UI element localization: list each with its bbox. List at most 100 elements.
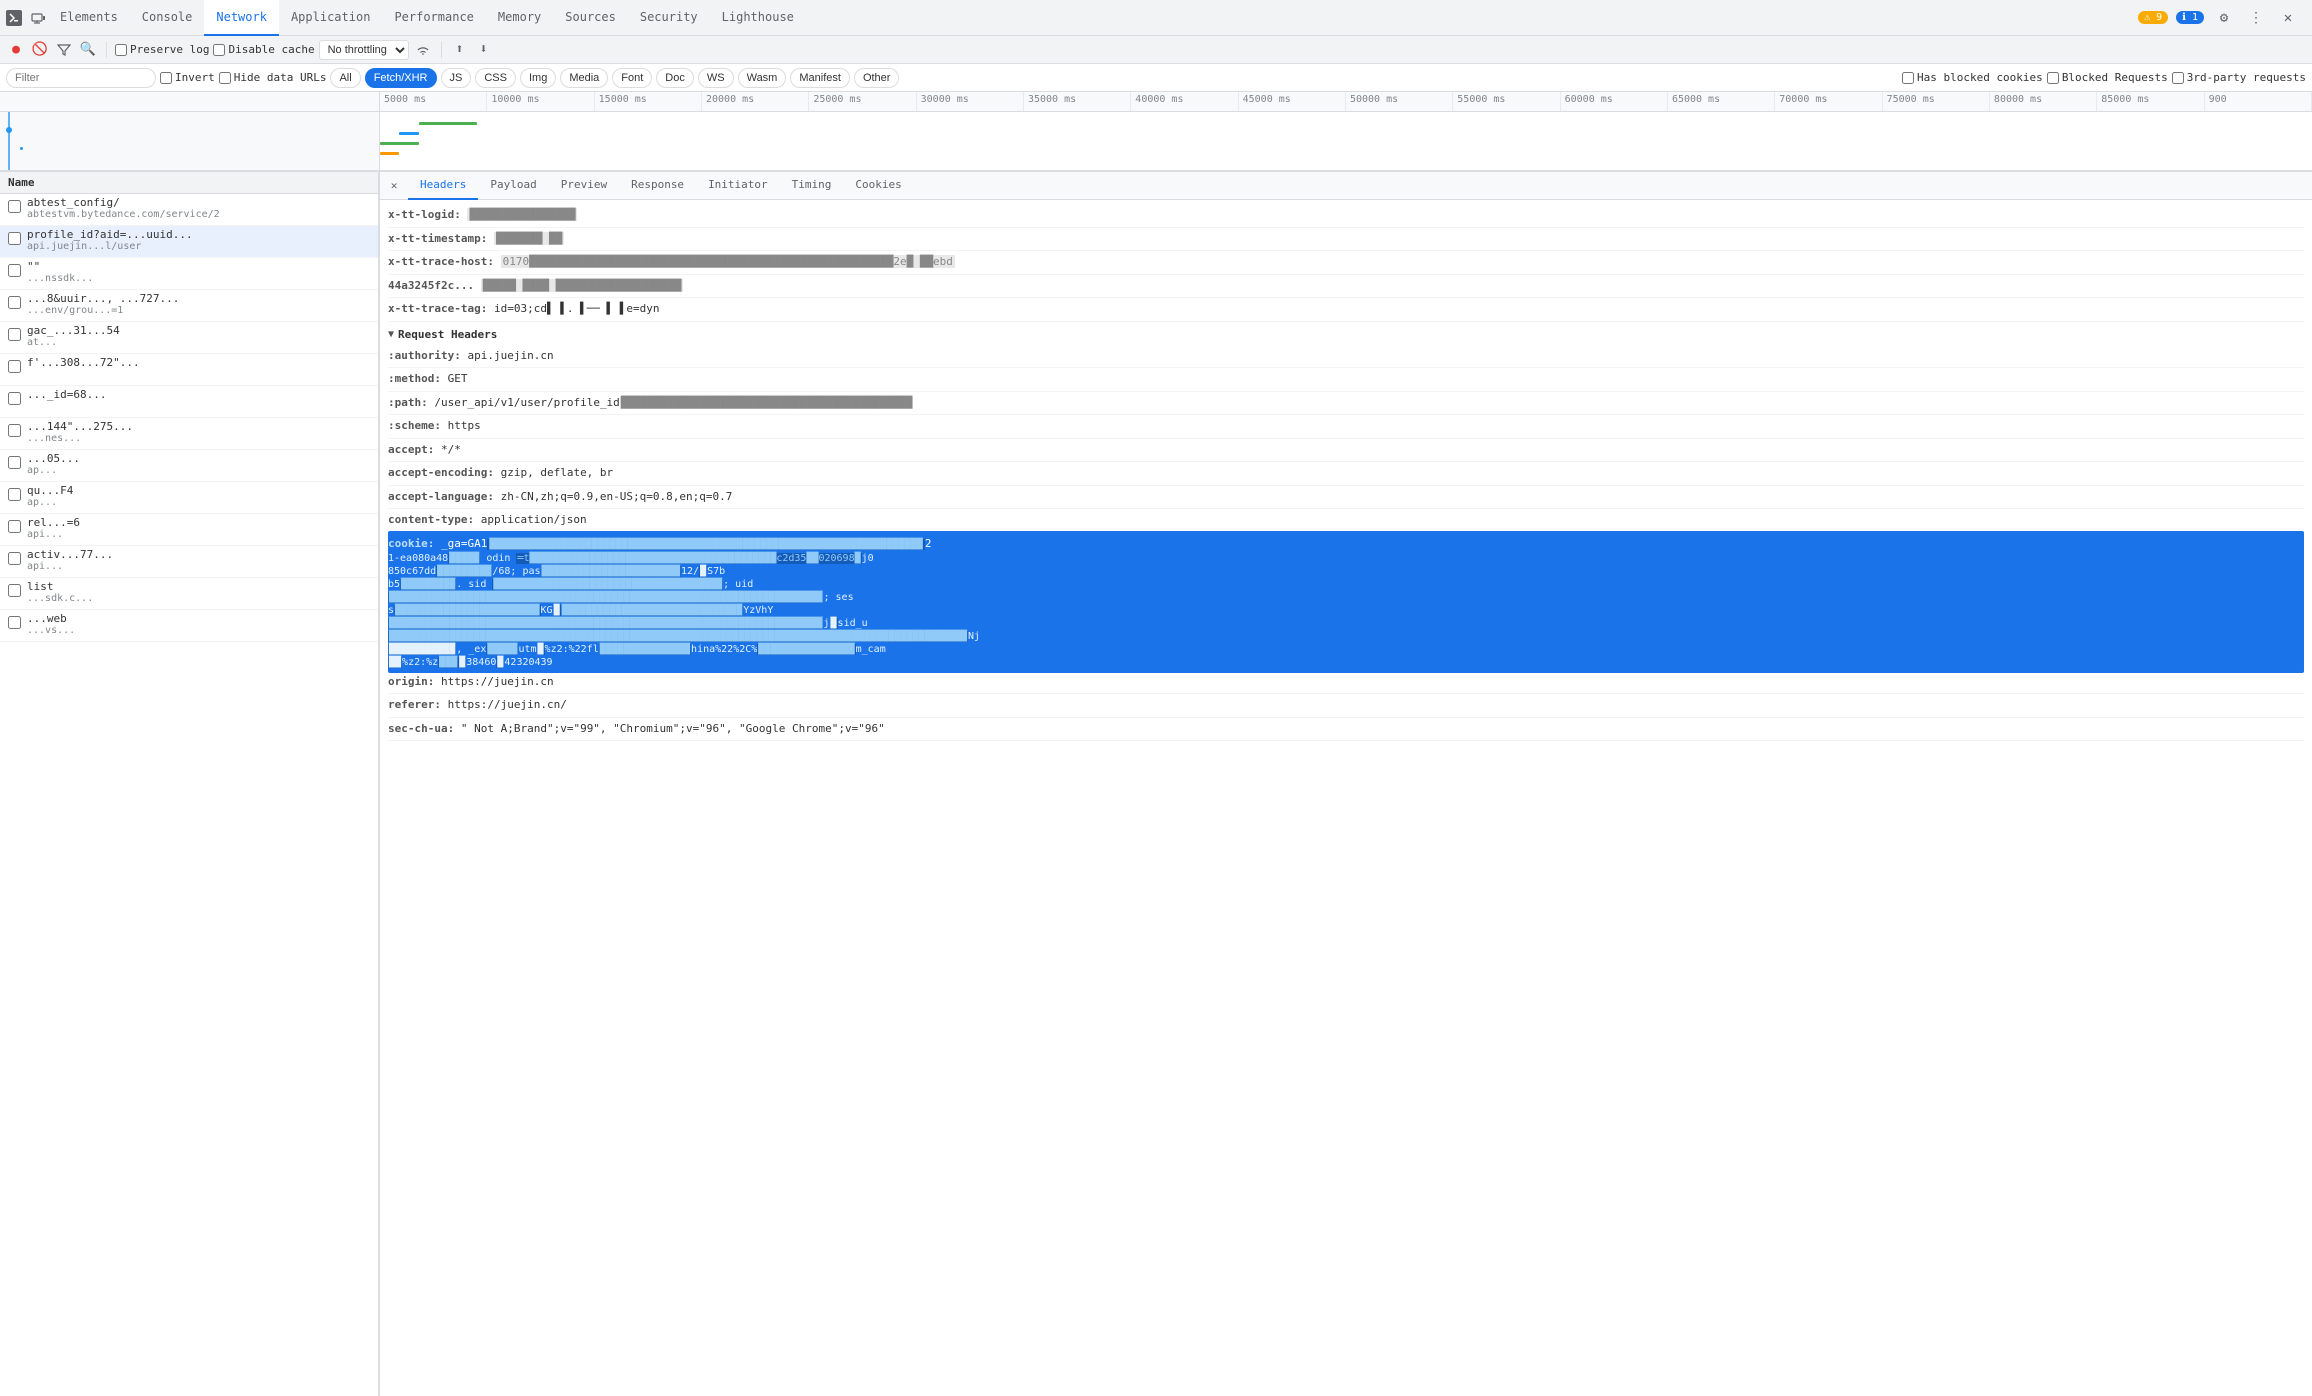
request-checkbox[interactable]: [8, 328, 21, 341]
tab-security[interactable]: Security: [628, 0, 710, 36]
request-checkbox[interactable]: [8, 264, 21, 277]
tick-7: 35000 ms: [1024, 92, 1131, 111]
filter-fetch-xhr[interactable]: Fetch/XHR: [365, 68, 437, 88]
request-item[interactable]: rel...=6 api...: [0, 514, 378, 546]
device-toggle[interactable]: [28, 8, 48, 28]
request-item[interactable]: qu...F4 ap...: [0, 482, 378, 514]
request-checkbox[interactable]: [8, 232, 21, 245]
record-button[interactable]: ●: [6, 40, 26, 60]
request-item[interactable]: activ...77... api...: [0, 546, 378, 578]
more-options-icon[interactable]: ⋮: [2244, 6, 2268, 30]
tab-lighthouse[interactable]: Lighthouse: [710, 0, 806, 36]
detail-panel: ✕ Headers Payload Preview Response Initi…: [380, 172, 2312, 1396]
request-item[interactable]: ...web ...vs...: [0, 610, 378, 642]
invert-input[interactable]: [160, 72, 172, 84]
tab-console[interactable]: Console: [130, 0, 205, 36]
request-checkbox[interactable]: [8, 552, 21, 565]
tab-sources[interactable]: Sources: [553, 0, 628, 36]
import-icon[interactable]: ⬆: [450, 40, 470, 60]
request-item-selected[interactable]: profile_id?aid=...uuid... api.juejin...l…: [0, 226, 378, 258]
tick-12: 60000 ms: [1561, 92, 1668, 111]
warning-badge[interactable]: ⚠ 9: [2138, 11, 2168, 24]
request-url: ...vs...: [27, 625, 374, 636]
request-checkbox[interactable]: [8, 456, 21, 469]
detail-tab-payload[interactable]: Payload: [478, 172, 548, 200]
request-item[interactable]: list ...sdk.c...: [0, 578, 378, 610]
request-checkbox[interactable]: [8, 392, 21, 405]
tab-memory[interactable]: Memory: [486, 0, 553, 36]
request-item[interactable]: "" ...nssdk...: [0, 258, 378, 290]
detail-tab-response[interactable]: Response: [619, 172, 696, 200]
request-info: ...web ...vs...: [27, 612, 374, 636]
detail-tab-headers[interactable]: Headers: [408, 172, 478, 200]
request-checkbox[interactable]: [8, 488, 21, 501]
export-icon[interactable]: ⬇: [474, 40, 494, 60]
hide-data-urls-input[interactable]: [219, 72, 231, 84]
request-checkbox[interactable]: [8, 424, 21, 437]
search-icon[interactable]: 🔍: [78, 40, 98, 60]
request-checkbox[interactable]: [8, 296, 21, 309]
request-headers-section[interactable]: ▼ Request Headers: [388, 322, 2304, 345]
throttle-select[interactable]: No throttling: [319, 40, 409, 60]
wifi-icon[interactable]: [413, 40, 433, 60]
detail-tab-initiator[interactable]: Initiator: [696, 172, 780, 200]
blocked-requests-input[interactable]: [2047, 72, 2059, 84]
preserve-log-input[interactable]: [115, 44, 127, 56]
timeline-ruler: 5000 ms 10000 ms 15000 ms 20000 ms 25000…: [380, 92, 2312, 111]
filter-input[interactable]: [6, 68, 156, 88]
filter-img[interactable]: Img: [520, 68, 556, 88]
blocked-requests-checkbox[interactable]: Blocked Requests: [2047, 71, 2168, 84]
close-devtools-icon[interactable]: ✕: [2276, 6, 2300, 30]
tab-performance[interactable]: Performance: [382, 0, 485, 36]
detail-tab-cookies[interactable]: Cookies: [843, 172, 913, 200]
tab-elements[interactable]: Elements: [48, 0, 130, 36]
filter-media[interactable]: Media: [560, 68, 608, 88]
detail-tab-preview[interactable]: Preview: [549, 172, 619, 200]
preserve-log-checkbox[interactable]: Preserve log: [115, 43, 209, 56]
tab-application[interactable]: Application: [279, 0, 382, 36]
third-party-input[interactable]: [2172, 72, 2184, 84]
header-sec-ch-ua: sec-ch-ua: " Not A;Brand";v="99", "Chrom…: [388, 718, 2304, 742]
header-referer: referer: https://juejin.cn/: [388, 694, 2304, 718]
request-item[interactable]: ..._id=68...: [0, 386, 378, 418]
filter-other[interactable]: Other: [854, 68, 900, 88]
request-url: ...env/grou...=1: [27, 305, 374, 316]
close-detail-button[interactable]: ✕: [384, 176, 404, 196]
disable-cache-input[interactable]: [213, 44, 225, 56]
detail-tab-timing[interactable]: Timing: [780, 172, 844, 200]
filter-icon[interactable]: [54, 40, 74, 60]
request-checkbox[interactable]: [8, 360, 21, 373]
request-item[interactable]: ...8&uuir..., ...727... ...env/grou...=1: [0, 290, 378, 322]
request-checkbox[interactable]: [8, 200, 21, 213]
request-checkbox[interactable]: [8, 616, 21, 629]
filter-doc[interactable]: Doc: [656, 68, 694, 88]
invert-checkbox[interactable]: Invert: [160, 71, 215, 84]
request-item[interactable]: ...144"...275... ...nes...: [0, 418, 378, 450]
clear-button[interactable]: 🚫: [30, 40, 50, 60]
filter-wasm[interactable]: Wasm: [738, 68, 787, 88]
filter-manifest[interactable]: Manifest: [790, 68, 850, 88]
filter-ws[interactable]: WS: [698, 68, 734, 88]
has-blocked-cookies-input[interactable]: [1902, 72, 1914, 84]
request-item[interactable]: gac_...31...54 at...: [0, 322, 378, 354]
request-checkbox[interactable]: [8, 520, 21, 533]
filter-css[interactable]: CSS: [475, 68, 516, 88]
disable-cache-checkbox[interactable]: Disable cache: [213, 43, 314, 56]
settings-icon[interactable]: ⚙: [2212, 6, 2236, 30]
tab-network[interactable]: Network: [204, 0, 279, 36]
filter-font[interactable]: Font: [612, 68, 652, 88]
has-blocked-cookies-checkbox[interactable]: Has blocked cookies: [1902, 71, 2043, 84]
request-item[interactable]: abtest_config/ abtestvm.bytedance.com/se…: [0, 194, 378, 226]
third-party-checkbox[interactable]: 3rd-party requests: [2172, 71, 2306, 84]
filter-all[interactable]: All: [330, 68, 360, 88]
info-badge[interactable]: ℹ 1: [2176, 11, 2204, 24]
request-checkbox[interactable]: [8, 584, 21, 597]
request-name: f'...308...72"...: [27, 356, 374, 369]
request-item[interactable]: ...05... ap...: [0, 450, 378, 482]
request-item[interactable]: f'...308...72"...: [0, 354, 378, 386]
tick-8: 40000 ms: [1131, 92, 1238, 111]
header-cookie-selected[interactable]: cookie: _ga=GA1█████████████████████████…: [388, 531, 2304, 673]
filter-js[interactable]: JS: [441, 68, 472, 88]
hide-data-urls-checkbox[interactable]: Hide data URLs: [219, 71, 327, 84]
request-url: abtestvm.bytedance.com/service/2: [27, 209, 374, 220]
